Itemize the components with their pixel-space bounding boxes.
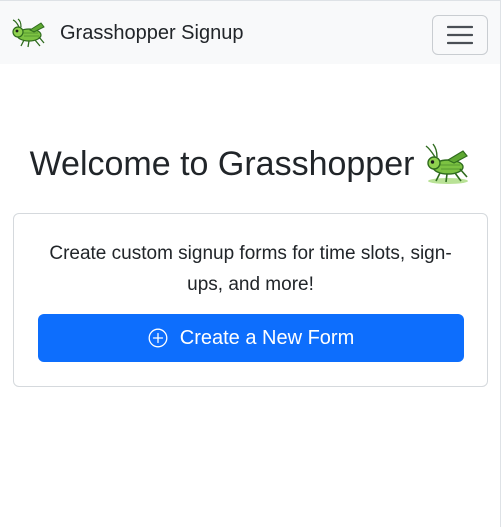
create-new-form-button[interactable]: Create a New Form [38, 314, 464, 362]
create-form-card: Create custom signup forms for time slot… [13, 213, 488, 387]
navbar-brand[interactable]: Grasshopper Signup [12, 17, 243, 49]
page: Grasshopper Signup Welcome to Grasshoppe… [0, 0, 501, 527]
navbar-toggle-button[interactable] [432, 15, 488, 55]
page-title-text: Welcome to Grasshopper [29, 145, 415, 184]
create-new-form-label: Create a New Form [179, 326, 355, 349]
navbar: Grasshopper Signup [0, 1, 500, 64]
hamburger-menu-icon [447, 25, 473, 45]
plus-circle-icon [148, 328, 168, 348]
grasshopper-icon [12, 18, 45, 48]
grasshopper-icon [426, 143, 469, 185]
page-title: Welcome to Grasshopper [0, 141, 500, 185]
card-description: Create custom signup forms for time slot… [49, 243, 452, 295]
brand-title: Grasshopper Signup [60, 22, 244, 44]
